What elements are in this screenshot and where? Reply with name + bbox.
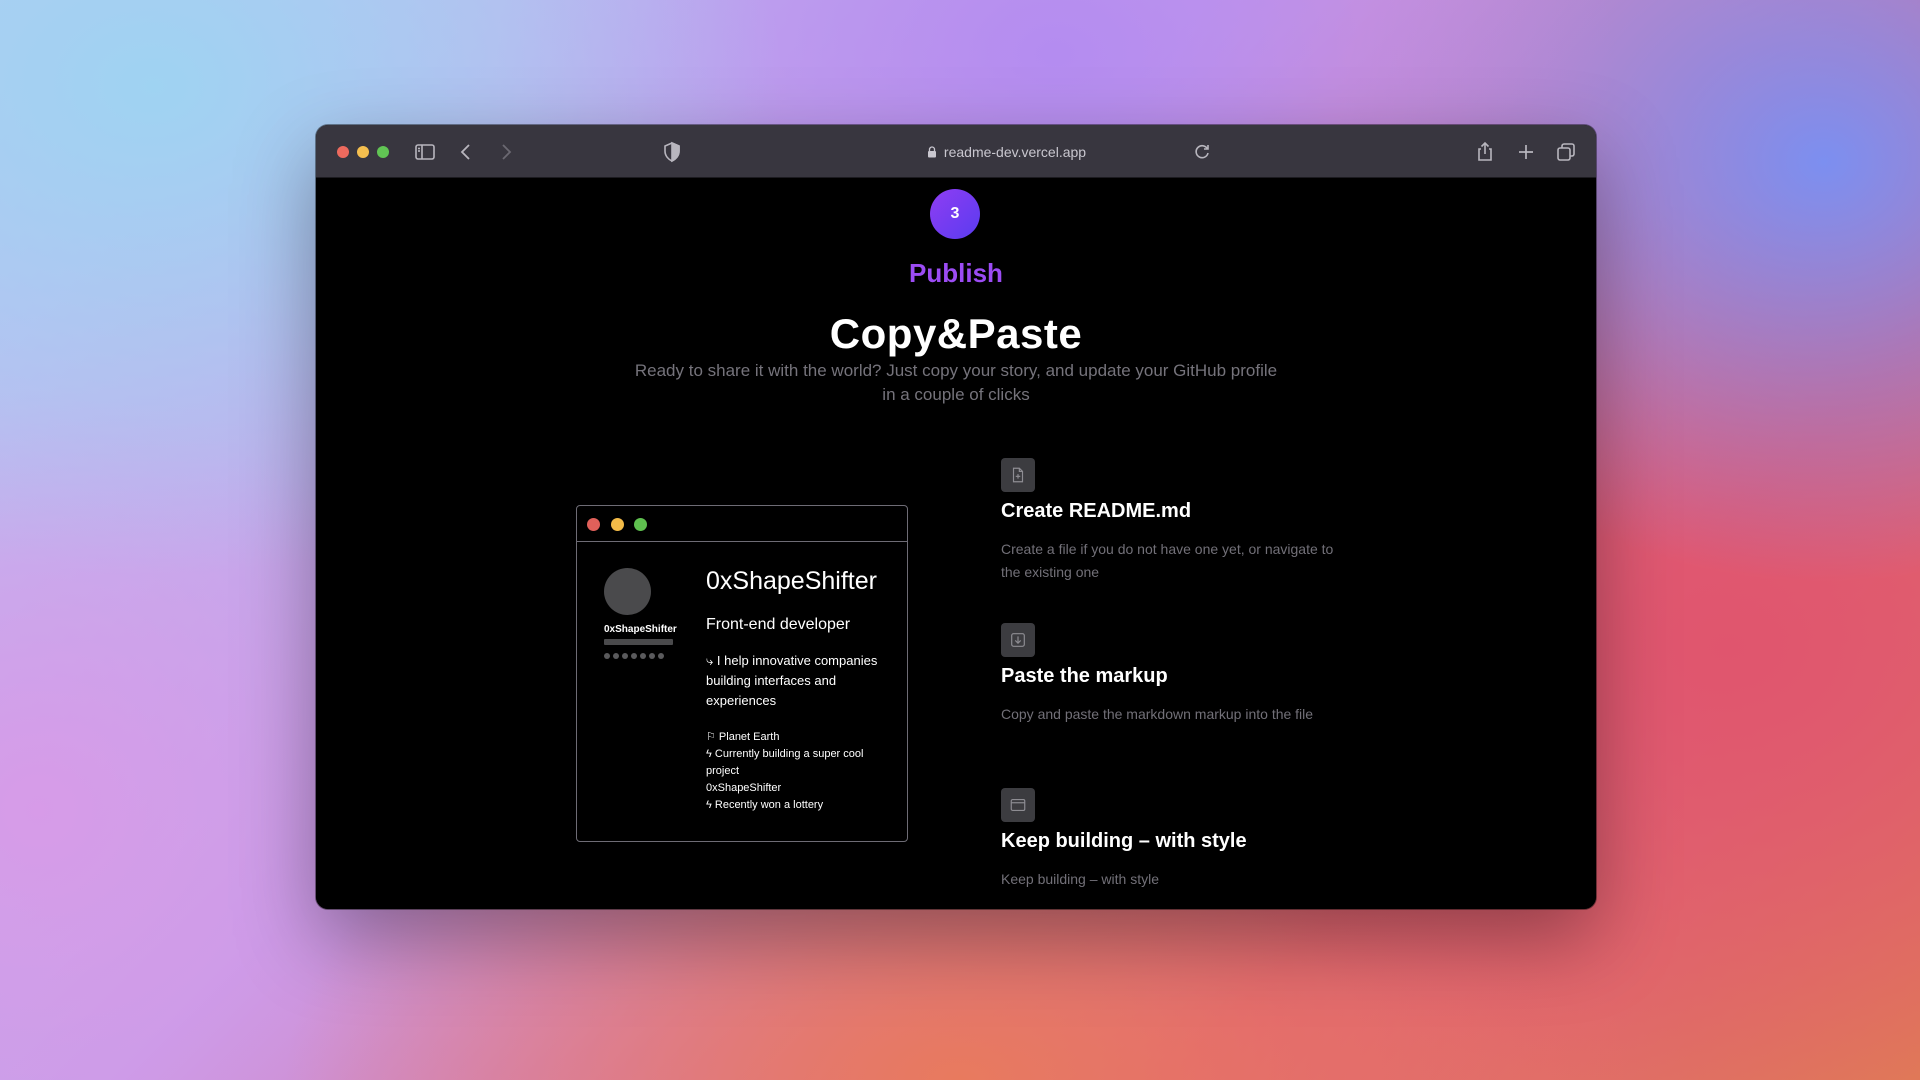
preview-facts: ⚐ Planet Earth ϟ Currently building a su… bbox=[706, 729, 896, 814]
step-title: Create README.md bbox=[1001, 500, 1192, 522]
sidebar-toggle-icon[interactable] bbox=[413, 140, 437, 164]
preview-progress-bar bbox=[604, 639, 673, 645]
reload-icon[interactable] bbox=[1190, 140, 1214, 164]
step-label: Publish bbox=[909, 258, 1003, 288]
step-title: Keep building – with style bbox=[1001, 830, 1247, 852]
back-icon[interactable] bbox=[454, 140, 478, 164]
url-text: readme-dev.vercel.app bbox=[943, 144, 1087, 160]
window-icon bbox=[1001, 788, 1035, 822]
browser-toolbar: readme-dev.vercel.app bbox=[316, 125, 1596, 178]
page-title: Copy&Paste bbox=[829, 310, 1083, 357]
readme-preview-window: 0xShapeShifter 0xShapeShifter Front-end … bbox=[576, 505, 908, 842]
page-content: 3 Publish Copy&Paste Ready to share it w… bbox=[316, 178, 1596, 909]
step-title: Paste the markup bbox=[1001, 665, 1168, 687]
privacy-shield-icon[interactable] bbox=[660, 140, 684, 164]
preview-bio: ⤷ I help innovative companies building i… bbox=[706, 653, 878, 708]
preview-titlebar bbox=[577, 506, 907, 542]
preview-yellow-dot bbox=[611, 518, 624, 531]
new-tab-icon[interactable] bbox=[1514, 140, 1538, 164]
zoom-window-button[interactable] bbox=[377, 146, 389, 158]
browser-window: readme-dev.vercel.app 3 Publish Copy&Pas… bbox=[316, 125, 1596, 909]
fact-item: ϟ Currently building a super cool projec… bbox=[706, 748, 864, 777]
step-description: Copy and paste the markdown markup into … bbox=[1001, 706, 1314, 722]
preview-red-dot bbox=[587, 518, 600, 531]
preview-name: 0xShapeShifter bbox=[706, 567, 877, 595]
forward-icon[interactable] bbox=[494, 140, 518, 164]
preview-dots bbox=[604, 653, 664, 659]
fact-item: ϟ Recently won a lottery bbox=[706, 799, 824, 811]
avatar bbox=[604, 568, 651, 615]
page-subtitle: Ready to share it with the world? Just c… bbox=[634, 361, 1278, 404]
share-icon[interactable] bbox=[1473, 140, 1497, 164]
address-bar[interactable]: readme-dev.vercel.app bbox=[876, 140, 1136, 164]
preview-green-dot bbox=[634, 518, 647, 531]
close-window-button[interactable] bbox=[337, 146, 349, 158]
step-number-badge: 3 bbox=[930, 189, 980, 239]
minimize-window-button[interactable] bbox=[357, 146, 369, 158]
preview-role: Front-end developer bbox=[706, 616, 851, 633]
step-description: Create a file if you do not have one yet… bbox=[1001, 541, 1334, 580]
fact-item: 0xShapeShifter bbox=[706, 782, 782, 794]
fact-item: ⚐ Planet Earth bbox=[706, 731, 780, 743]
tab-overview-icon[interactable] bbox=[1554, 140, 1578, 164]
lock-icon bbox=[926, 146, 938, 158]
file-plus-icon bbox=[1001, 458, 1035, 492]
download-icon bbox=[1001, 623, 1035, 657]
step-description: Keep building – with style bbox=[1001, 871, 1159, 887]
preview-username: 0xShapeShifter bbox=[604, 624, 677, 635]
